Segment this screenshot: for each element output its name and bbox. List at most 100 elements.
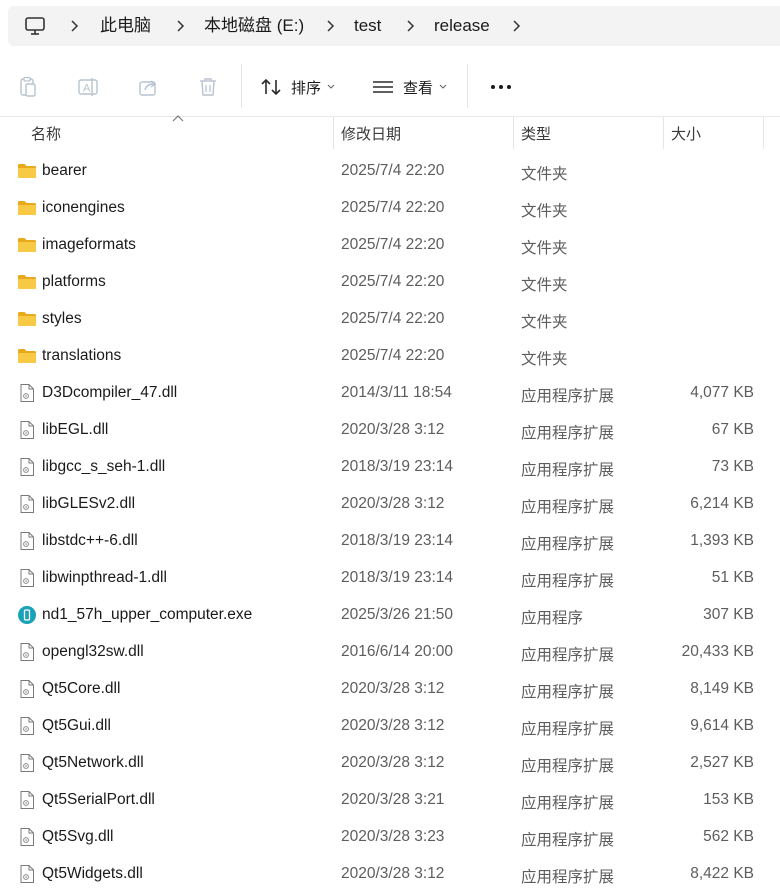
chevron-right-icon[interactable] — [68, 19, 80, 33]
this-pc-icon[interactable] — [24, 15, 46, 37]
file-row[interactable]: platforms 2025/7/4 22:20 文件夹 — [0, 264, 780, 301]
file-name[interactable]: imageformats — [42, 236, 136, 254]
file-name[interactable]: libgcc_s_seh-1.dll — [42, 458, 165, 476]
column-size[interactable]: 大小 — [671, 123, 701, 144]
breadcrumb-release[interactable]: release — [434, 16, 490, 36]
more-options-icon[interactable] — [488, 76, 514, 98]
sort-label: 排序 — [291, 79, 322, 97]
column-date-modified[interactable]: 修改日期 — [341, 123, 401, 144]
breadcrumb-drive-e[interactable]: 本地磁盘 (E:) — [204, 16, 304, 36]
chevron-down-icon — [439, 84, 447, 89]
file-name[interactable]: Qt5Gui.dll — [42, 717, 111, 735]
file-name[interactable]: Qt5SerialPort.dll — [42, 791, 155, 809]
file-row[interactable]: libwinpthread-1.dll 2018/3/19 23:14 应用程序扩展… — [0, 560, 780, 597]
share-icon[interactable] — [137, 76, 159, 98]
file-type: 文件夹 — [521, 203, 568, 220]
view-label: 查看 — [403, 79, 434, 97]
file-row[interactable]: libstdc++-6.dll 2018/3/19 23:14 应用程序扩展 1,39… — [0, 523, 780, 560]
file-name[interactable]: D3Dcompiler_47.dll — [42, 384, 177, 402]
file-size: 20,433 KB — [681, 643, 754, 660]
file-size: 1,393 KB — [690, 532, 754, 549]
file-date-modified: 2025/7/4 22:20 — [341, 310, 445, 327]
column-divider[interactable] — [763, 117, 764, 149]
file-name[interactable]: libGLESv2.dll — [42, 495, 135, 513]
file-name[interactable]: Qt5Svg.dll — [42, 828, 114, 846]
file-row[interactable]: iconengines 2025/7/4 22:20 文件夹 — [0, 190, 780, 227]
file-type: 文件夹 — [521, 351, 568, 368]
file-row[interactable]: opengl32sw.dll 2016/6/14 20:00 应用程序扩展 20,43… — [0, 634, 780, 671]
file-size: 51 KB — [711, 569, 754, 586]
rename-icon[interactable]: A — [77, 76, 99, 98]
file-row[interactable]: Qt5Widgets.dll 2020/3/28 3:12 应用程序扩展 8,422 … — [0, 856, 780, 893]
chevron-right-icon[interactable] — [510, 19, 522, 33]
file-name[interactable]: platforms — [42, 273, 106, 291]
file-row[interactable]: Qt5Gui.dll 2020/3/28 3:12 应用程序扩展 9,614 KB — [0, 708, 780, 745]
folder-icon — [17, 309, 37, 329]
file-date-modified: 2025/3/26 21:50 — [341, 606, 454, 623]
file-date-modified: 2020/3/28 3:12 — [341, 680, 445, 697]
breadcrumb-this-pc[interactable]: 此电脑 — [100, 16, 151, 36]
file-row[interactable]: libGLESv2.dll 2020/3/28 3:12 应用程序扩展 6,214 K… — [0, 486, 780, 523]
file-date-modified: 2014/3/11 18:54 — [341, 384, 452, 401]
file-name[interactable]: bearer — [42, 162, 87, 180]
sort-button[interactable]: 排序 — [260, 74, 335, 100]
file-type: 应用程序扩展 — [521, 758, 615, 775]
file-name[interactable]: libEGL.dll — [42, 421, 108, 439]
chevron-right-icon[interactable] — [174, 19, 186, 33]
file-name[interactable]: libstdc++-6.dll — [42, 532, 138, 550]
delete-icon[interactable] — [197, 76, 219, 98]
file-name[interactable]: Qt5Network.dll — [42, 754, 144, 772]
file-size: 6,214 KB — [690, 495, 754, 512]
column-divider[interactable] — [663, 117, 664, 149]
file-type: 应用程序扩展 — [521, 388, 615, 405]
dll-file-icon — [17, 494, 37, 514]
column-divider[interactable] — [513, 117, 514, 149]
file-type: 应用程序扩展 — [521, 832, 615, 849]
file-name[interactable]: libwinpthread-1.dll — [42, 569, 167, 587]
dll-file-icon — [17, 531, 37, 551]
file-size: 562 KB — [703, 828, 754, 845]
file-name[interactable]: nd1_57h_upper_computer.exe — [42, 606, 252, 624]
file-date-modified: 2020/3/28 3:12 — [341, 754, 445, 771]
file-name[interactable]: styles — [42, 310, 82, 328]
file-name[interactable]: opengl32sw.dll — [42, 643, 144, 661]
file-name[interactable]: translations — [42, 347, 121, 365]
file-row[interactable]: Qt5Network.dll 2020/3/28 3:12 应用程序扩展 2,527 … — [0, 745, 780, 782]
column-divider[interactable] — [333, 117, 334, 149]
sort-icon — [261, 78, 281, 96]
file-row[interactable]: Qt5Core.dll 2020/3/28 3:12 应用程序扩展 8,149 KB — [0, 671, 780, 708]
view-button[interactable]: 查看 — [372, 74, 447, 100]
column-name[interactable]: 名称 — [31, 123, 61, 144]
file-size: 8,422 KB — [690, 865, 754, 882]
column-type[interactable]: 类型 — [521, 123, 551, 144]
file-date-modified: 2025/7/4 22:20 — [341, 236, 445, 253]
file-row[interactable]: D3Dcompiler_47.dll 2014/3/11 18:54 应用程序扩展 4… — [0, 375, 780, 412]
file-row[interactable]: libEGL.dll 2020/3/28 3:12 应用程序扩展 67 KB — [0, 412, 780, 449]
app-exe-icon — [17, 605, 37, 625]
file-size: 73 KB — [711, 458, 754, 475]
file-name[interactable]: iconengines — [42, 199, 125, 217]
address-bar[interactable]: 此电脑 本地磁盘 (E:) test release — [8, 6, 780, 46]
file-row[interactable]: imageformats 2025/7/4 22:20 文件夹 — [0, 227, 780, 264]
folder-icon — [17, 235, 37, 255]
file-row[interactable]: nd1_57h_upper_computer.exe 2025/3/26 21:5… — [0, 597, 780, 634]
toolbar-divider — [467, 64, 468, 108]
file-row[interactable]: styles 2025/7/4 22:20 文件夹 — [0, 301, 780, 338]
file-name[interactable]: Qt5Widgets.dll — [42, 865, 143, 883]
file-type: 应用程序扩展 — [521, 647, 615, 664]
breadcrumb-test[interactable]: test — [354, 16, 381, 36]
file-row[interactable]: translations 2025/7/4 22:20 文件夹 — [0, 338, 780, 375]
svg-text:A: A — [83, 83, 91, 95]
file-row[interactable]: libgcc_s_seh-1.dll 2018/3/19 23:14 应用程序扩展 7… — [0, 449, 780, 486]
chevron-right-icon[interactable] — [404, 19, 416, 33]
chevron-right-icon[interactable] — [324, 19, 336, 33]
paste-icon[interactable] — [17, 76, 39, 98]
file-type: 文件夹 — [521, 277, 568, 294]
file-name[interactable]: Qt5Core.dll — [42, 680, 120, 698]
file-size: 153 KB — [703, 791, 754, 808]
file-row[interactable]: Qt5SerialPort.dll 2020/3/28 3:21 应用程序扩展 153… — [0, 782, 780, 819]
toolbar-divider — [241, 64, 242, 108]
file-size: 8,149 KB — [690, 680, 754, 697]
file-row[interactable]: bearer 2025/7/4 22:20 文件夹 — [0, 153, 780, 190]
file-row[interactable]: Qt5Svg.dll 2020/3/28 3:23 应用程序扩展 562 KB — [0, 819, 780, 856]
